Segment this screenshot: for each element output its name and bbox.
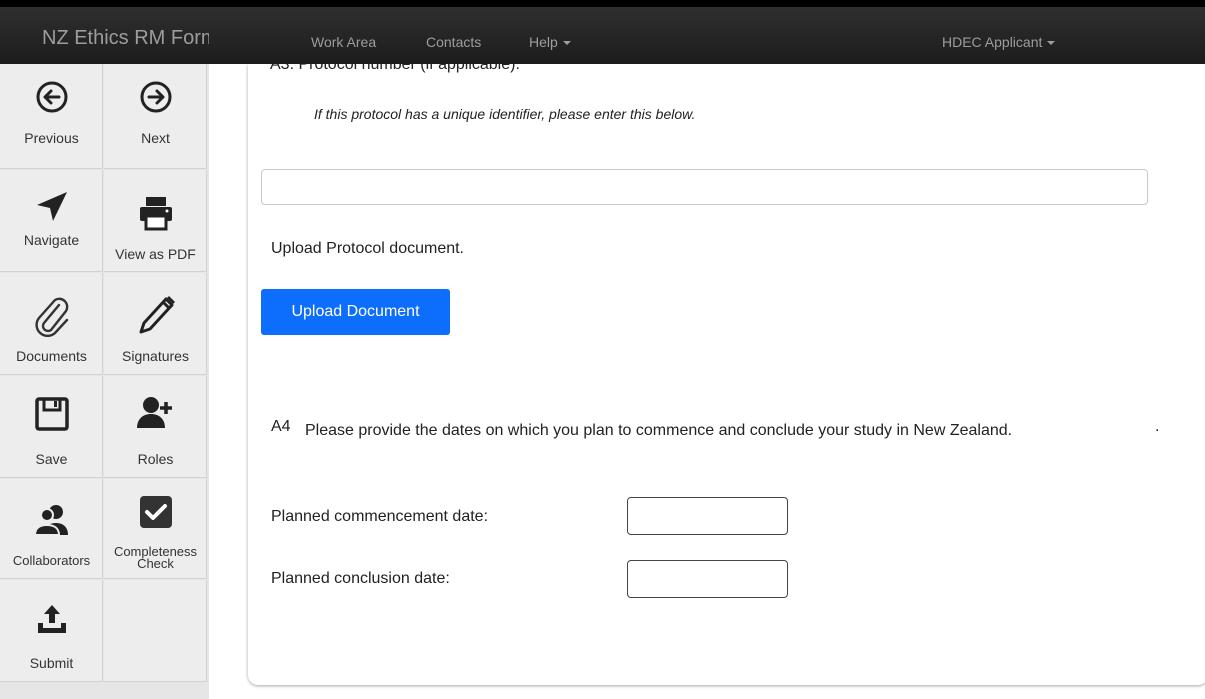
previous-button[interactable]: Previous (0, 64, 103, 169)
printer-icon (104, 194, 207, 232)
location-arrow-icon (0, 190, 103, 224)
top-strip (0, 0, 1205, 7)
navigate-button[interactable]: Navigate (0, 170, 103, 272)
brand-title[interactable]: NZ Ethics RM Forms (42, 27, 228, 50)
upload-document-button[interactable]: Upload Document (261, 289, 450, 335)
commencement-date-input[interactable] (627, 497, 788, 535)
a4-number: A4 (271, 418, 291, 435)
a4-trailing-mark: . (1155, 418, 1160, 435)
submit-button[interactable]: Submit (0, 580, 103, 682)
nav-help-overlay[interactable]: Help (529, 34, 571, 50)
nav-contacts-overlay[interactable]: Contacts (426, 34, 481, 50)
collaborators-label: Collaborators (12, 553, 91, 568)
navigate-label: Navigate (23, 232, 80, 248)
previous-label: Previous (24, 130, 79, 146)
chevron-down-icon (562, 41, 571, 46)
a3-hint: If this protocol has a unique identifier… (314, 106, 696, 122)
save-button[interactable]: Save (0, 376, 103, 478)
paperclip-icon (0, 295, 103, 337)
nav-work-area-overlay[interactable]: Work Area (311, 34, 376, 50)
completeness-label-line2: Check (137, 556, 174, 571)
documents-label: Documents (16, 348, 87, 364)
signatures-label: Signatures (122, 348, 189, 364)
conclusion-date-label: Planned conclusion date: (271, 570, 450, 587)
users-icon (0, 503, 103, 537)
collaborators-button[interactable]: Collaborators (0, 479, 103, 579)
arrow-left-circle-icon (0, 80, 103, 114)
checkbox-icon (104, 494, 207, 530)
nav-help-overlay-label: Help (529, 34, 558, 50)
sidebar-empty-cell (104, 580, 207, 682)
signatures-button[interactable]: Signatures (104, 273, 207, 375)
pencil-icon (104, 295, 207, 337)
chevron-down-icon (1047, 41, 1056, 46)
roles-button[interactable]: Roles (104, 376, 207, 478)
conclusion-date-input[interactable] (627, 560, 788, 598)
commencement-date-label: Planned commencement date: (271, 508, 489, 525)
view-as-pdf-label: View as PDF (115, 246, 196, 262)
save-label: Save (35, 451, 68, 467)
user-menu-overlay[interactable]: HDEC Applicant (942, 34, 1056, 50)
documents-button[interactable]: Documents (0, 273, 103, 375)
view-as-pdf-button[interactable]: View as PDF (104, 170, 207, 272)
next-label: Next (141, 130, 170, 146)
a4-question: Please provide the dates on which you pl… (305, 422, 1013, 439)
roles-label: Roles (137, 451, 174, 467)
protocol-number-input[interactable] (261, 169, 1148, 205)
next-button[interactable]: Next (104, 64, 207, 169)
user-menu-overlay-label: HDEC Applicant (942, 34, 1043, 50)
completeness-check-button[interactable]: Completeness Check (104, 479, 207, 579)
upload-protocol-label: Upload Protocol document. (271, 240, 464, 257)
submit-label: Submit (29, 655, 74, 671)
floppy-disk-icon (0, 396, 103, 432)
arrow-right-circle-icon (104, 80, 207, 114)
add-user-icon (104, 394, 207, 430)
upload-tray-icon (0, 602, 103, 636)
